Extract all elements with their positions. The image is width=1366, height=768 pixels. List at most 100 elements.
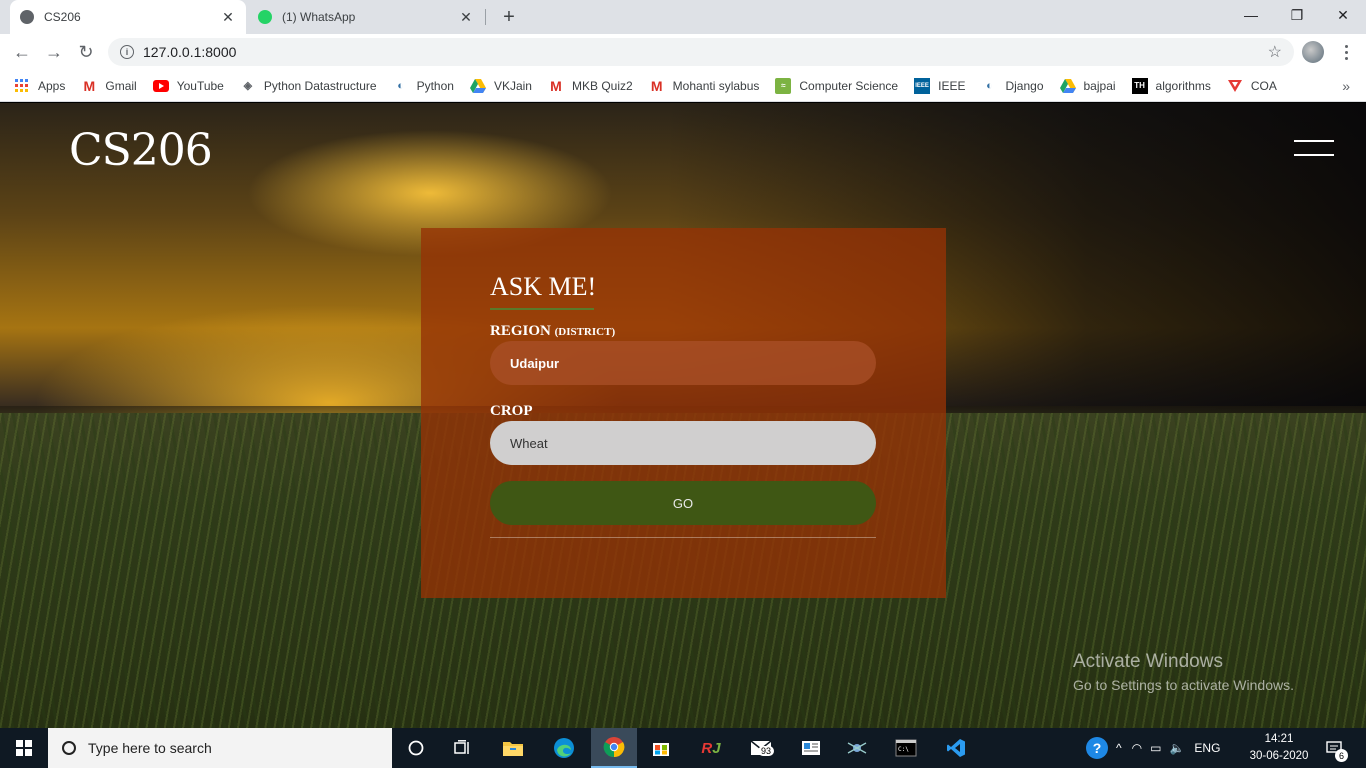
bookmark-label: YouTube: [176, 78, 224, 93]
apps-grid-icon: [14, 78, 30, 94]
rj-app-icon[interactable]: RJ: [688, 728, 734, 768]
bookmark-django[interactable]: ◐ Django: [981, 78, 1043, 94]
bookmark-python[interactable]: ◐ Python: [393, 78, 454, 94]
cortana-icon[interactable]: [393, 728, 439, 768]
wifi-icon[interactable]: ◠: [1132, 741, 1142, 755]
taskbar-search-box[interactable]: Type here to search: [48, 728, 392, 768]
close-window-button[interactable]: ✕: [1320, 0, 1366, 30]
chrome-menu-icon[interactable]: [1338, 40, 1354, 64]
region-input[interactable]: Udaipur: [490, 341, 876, 385]
tab-whatsapp[interactable]: (1) WhatsApp ✕: [248, 0, 484, 34]
close-tab-icon[interactable]: ✕: [458, 9, 474, 25]
bookmark-mohanti-sylabus[interactable]: M Mohanti sylabus: [649, 78, 760, 94]
bookmark-label: Django: [1005, 78, 1044, 93]
bookmark-vkjain[interactable]: VKJain: [469, 78, 532, 94]
tab-title: CS206: [44, 10, 81, 24]
region-sublabel-text: (DISTRICT): [554, 326, 616, 338]
windows-taskbar: Type here to search RJ 93 C:\ ? ^ ◠ ▭ �: [0, 728, 1366, 768]
volume-icon[interactable]: 🔈: [1169, 741, 1184, 755]
vscode-icon[interactable]: [933, 728, 979, 768]
store-icon[interactable]: [638, 728, 684, 768]
region-value: Udaipur: [510, 355, 560, 371]
notification-count: 6: [1335, 749, 1348, 762]
url-text[interactable]: 127.0.0.1:8000: [143, 44, 236, 60]
site-brand[interactable]: CS206: [69, 125, 213, 176]
bookmark-label: Computer Science: [799, 78, 899, 93]
forward-button[interactable]: →: [42, 40, 66, 64]
address-bar[interactable]: i 127.0.0.1:8000 ☆: [108, 38, 1294, 66]
task-view-icon[interactable]: [440, 728, 486, 768]
reload-button[interactable]: ↻: [74, 40, 98, 64]
news-icon[interactable]: [788, 728, 834, 768]
bookmark-star-icon[interactable]: ☆: [1268, 42, 1282, 62]
bookmark-label: Apps: [38, 78, 66, 93]
form-title: ASK ME!: [490, 272, 597, 301]
cs-icon: ≈: [775, 77, 792, 94]
edge-icon[interactable]: [541, 728, 587, 768]
search-icon: [62, 741, 76, 755]
bookmark-bajpai[interactable]: bajpai: [1059, 78, 1116, 94]
django-icon: ◐: [986, 79, 993, 92]
activate-windows-watermark: Activate Windows Go to Settings to activ…: [1073, 651, 1294, 693]
bookmark-ieee[interactable]: IEEE IEEE: [914, 77, 966, 94]
mail-icon[interactable]: 93: [738, 728, 784, 768]
youtube-icon: [152, 78, 169, 94]
notification-icon[interactable]: 6: [1322, 736, 1348, 762]
bookmark-label: Python Datastructure: [263, 78, 377, 93]
profile-avatar[interactable]: [1302, 41, 1324, 63]
network-app-icon[interactable]: [834, 728, 880, 768]
bookmark-computer-science[interactable]: ≈ Computer Science: [775, 77, 899, 94]
watermark-line1: Activate Windows: [1073, 651, 1223, 672]
bookmark-coa[interactable]: COA: [1227, 78, 1277, 94]
bookmark-youtube[interactable]: YouTube: [152, 78, 224, 94]
tab-cs206[interactable]: CS206 ✕: [10, 0, 246, 34]
bookmark-apps[interactable]: Apps: [14, 78, 65, 94]
bookmark-mkb-quiz2[interactable]: M MKB Quiz2: [548, 78, 633, 94]
close-tab-icon[interactable]: ✕: [220, 9, 236, 25]
start-button[interactable]: [0, 728, 48, 768]
gmail-icon: M: [650, 77, 663, 94]
chevron-up-icon[interactable]: ^: [1116, 741, 1122, 755]
browser-toolbar: ← → ↻ i 127.0.0.1:8000 ☆: [0, 34, 1366, 70]
system-clock[interactable]: 14:21 30-06-2020: [1244, 731, 1314, 765]
page-content: CS206 ASK ME! REGION (DISTRICT) Udaipur …: [0, 103, 1366, 728]
battery-icon[interactable]: ▭: [1150, 741, 1161, 755]
file-explorer-icon[interactable]: [490, 728, 536, 768]
mail-badge: 93: [758, 746, 775, 756]
diamond-icon: ◈: [243, 80, 253, 92]
help-icon[interactable]: ?: [1086, 737, 1108, 759]
title-underline: [490, 308, 594, 310]
restore-button[interactable]: ❐: [1274, 0, 1320, 30]
new-tab-button[interactable]: +: [498, 6, 520, 28]
svg-text:C:\: C:\: [898, 746, 909, 753]
whatsapp-icon: [258, 10, 272, 24]
bookmark-label: VKJain: [493, 78, 532, 93]
bookmark-gmail[interactable]: M Gmail: [81, 78, 137, 94]
coa-icon: [1227, 78, 1243, 94]
bookmark-algorithms[interactable]: TH algorithms: [1131, 77, 1211, 94]
minimize-button[interactable]: —: [1228, 0, 1274, 30]
hamburger-menu-icon[interactable]: [1294, 140, 1334, 158]
back-button[interactable]: ←: [10, 40, 34, 64]
language-indicator[interactable]: ENG: [1194, 741, 1220, 755]
bookmark-label: Gmail: [105, 78, 137, 93]
go-button[interactable]: GO: [490, 481, 876, 525]
python-icon: ◐: [397, 79, 404, 92]
th-icon: TH: [1131, 77, 1148, 94]
search-placeholder: Type here to search: [88, 740, 212, 756]
bookmarks-bar: Apps M Gmail YouTube ◈ Python Datastruct…: [0, 70, 1366, 102]
bookmark-label: MKB Quiz2: [571, 78, 633, 93]
bookmark-python-datastructure[interactable]: ◈ Python Datastructure: [240, 78, 377, 94]
chrome-taskbar-icon[interactable]: [591, 728, 637, 768]
bookmark-label: Mohanti sylabus: [672, 78, 760, 93]
region-label: REGION (DISTRICT): [490, 323, 615, 340]
terminal-icon[interactable]: C:\: [883, 728, 929, 768]
tab-title: (1) WhatsApp: [282, 10, 356, 24]
info-icon[interactable]: i: [120, 45, 134, 59]
chevron-right-icon[interactable]: »: [1342, 78, 1350, 94]
crop-value: Wheat: [510, 435, 548, 451]
crop-input[interactable]: Wheat: [490, 421, 876, 465]
bookmark-label: IEEE: [938, 78, 966, 93]
system-tray: ? ^ ◠ ▭ 🔈 ENG: [1086, 728, 1220, 768]
ieee-icon: IEEE: [914, 77, 931, 94]
